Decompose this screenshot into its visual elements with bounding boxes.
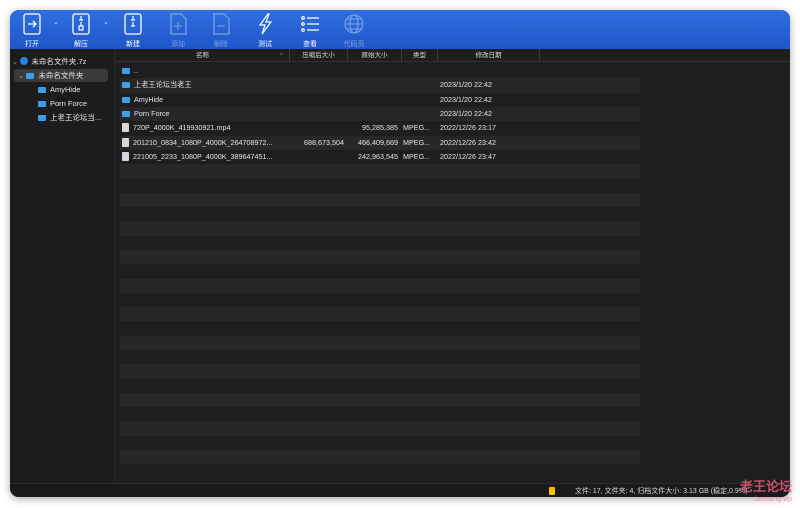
- tree-item-amyhide[interactable]: AmyHide: [38, 83, 80, 96]
- remove-file-icon: [213, 13, 230, 35]
- cell-name: 上老王论坛当老王: [122, 78, 290, 92]
- open-button[interactable]: 打开: [14, 12, 50, 49]
- empty-row: [120, 307, 640, 322]
- cell-modified: 2022/12/26 23:47: [440, 151, 496, 161]
- cell-original: 242,963,545: [358, 151, 398, 161]
- empty-row: [120, 264, 640, 278]
- add-button[interactable]: 添加: [160, 12, 196, 49]
- cell-modified: 2023/1/20 22:42: [440, 80, 492, 90]
- table-row[interactable]: Porn Force 2023/1/20 22:42: [120, 106, 640, 122]
- zip-icon: [72, 13, 90, 35]
- folder-icon: [38, 87, 46, 93]
- column-original[interactable]: 原始大小: [348, 49, 402, 62]
- archive-icon: [20, 57, 29, 65]
- extract-button[interactable]: 解压: [63, 12, 99, 49]
- open-icon: [23, 13, 41, 35]
- column-name[interactable]: 名称 ^: [116, 49, 290, 62]
- cell-type: MPEG...: [403, 151, 431, 161]
- archive-status-icon: [549, 487, 555, 495]
- cell-name: 720P_4000K_419930921.mp4: [122, 121, 290, 135]
- app-window: 打开 ⌄ 解压 ⌄ 新建 添加 删除 测试 查看 代码页 ⌄ 未命名文件夹.7z…: [10, 10, 790, 497]
- table-row[interactable]: 720P_4000K_419930921.mp4 95,285,385 MPEG…: [120, 121, 640, 135]
- empty-row: [120, 221, 640, 236]
- status-bar: 文件: 17, 文件夹: 4, 归档文件大小: 3.13 GB (稳定,0.9%…: [10, 483, 790, 497]
- empty-row: [120, 421, 640, 436]
- cell-original: 466,409,669: [358, 137, 398, 147]
- toolbar: 打开 ⌄ 解压 ⌄ 新建 添加 删除 测试 查看 代码页: [10, 10, 790, 49]
- empty-row: [120, 164, 640, 179]
- cell-name: Porn Force: [122, 107, 290, 121]
- cell-modified: 2022/12/26 23:42: [440, 137, 496, 147]
- folder-icon: [122, 68, 130, 74]
- new-button[interactable]: 新建: [115, 12, 151, 49]
- column-type[interactable]: 类型: [402, 49, 438, 62]
- empty-row: [120, 450, 640, 465]
- folder-icon: [122, 110, 130, 117]
- test-button[interactable]: 测试: [247, 12, 283, 49]
- empty-row: [120, 178, 640, 192]
- empty-row: [120, 407, 640, 421]
- column-compressed[interactable]: 压缩后大小: [290, 49, 348, 62]
- cell-modified: 2023/1/20 22:42: [440, 94, 492, 104]
- folder-icon: [38, 115, 46, 121]
- open-dropdown-icon[interactable]: ⌄: [53, 18, 59, 26]
- empty-row: [120, 379, 640, 393]
- cell-name: ..: [122, 64, 290, 78]
- empty-row: [120, 293, 640, 307]
- globe-icon: [344, 14, 364, 34]
- codepage-button[interactable]: 代码页: [336, 12, 372, 49]
- tree-item-porn-force[interactable]: Porn Force: [38, 97, 87, 110]
- new-archive-icon: [124, 13, 142, 35]
- video-file-icon: [122, 137, 129, 147]
- tree-item-archive[interactable]: ⌄ 未命名文件夹.7z: [12, 55, 86, 68]
- lightning-icon: [258, 13, 273, 35]
- cell-type: MPEG...: [403, 123, 431, 133]
- folder-icon: [122, 96, 130, 103]
- extract-dropdown-icon[interactable]: ⌄: [103, 18, 109, 26]
- folder-icon: [122, 82, 130, 89]
- empty-row: [120, 192, 640, 207]
- empty-row: [120, 249, 640, 265]
- column-modified[interactable]: 修改日期: [438, 49, 540, 62]
- sidebar-tree: ⌄ 未命名文件夹.7z ⌄ 未命名文件夹 AmyHide Porn Force …: [10, 49, 115, 497]
- empty-row: [120, 321, 640, 335]
- list-icon: [301, 16, 319, 32]
- empty-row: [120, 350, 640, 364]
- video-file-icon: [122, 123, 129, 133]
- cell-name: AmyHide: [122, 93, 290, 107]
- cell-name: 221005_2233_1080P_4000K_389647451...: [122, 150, 290, 164]
- cell-name: 201210_0834_1080P_4000K_264708972...: [122, 136, 290, 150]
- folder-icon: [38, 101, 46, 107]
- tree-item-root[interactable]: ⌄ 未命名文件夹: [14, 69, 108, 82]
- table-row[interactable]: 上老王论坛当老王 2023/1/20 22:42: [120, 78, 640, 93]
- folder-icon: [26, 73, 35, 79]
- empty-row: [120, 392, 640, 408]
- table-row[interactable]: 221005_2233_1080P_4000K_389647451... 242…: [120, 150, 640, 164]
- table-row[interactable]: AmyHide 2023/1/20 22:42: [120, 93, 640, 107]
- empty-row: [120, 236, 640, 250]
- table-row[interactable]: ..: [120, 64, 640, 78]
- table-row[interactable]: 201210_0834_1080P_4000K_264708972... 688…: [120, 135, 640, 150]
- view-button[interactable]: 查看: [292, 12, 328, 49]
- sort-ascending-icon: ^: [279, 52, 283, 59]
- empty-row: [120, 436, 640, 450]
- watermark: 老王论坛 laowang.vip: [739, 479, 792, 503]
- empty-row: [120, 207, 640, 221]
- cell-modified: 2022/12/26 23:17: [440, 123, 496, 133]
- empty-row: [120, 278, 640, 293]
- cell-type: MPEG...: [403, 137, 431, 147]
- file-list: 名称 ^ 压缩后大小 原始大小 类型 修改日期 .. 上老王论坛当老王 2023/…: [116, 49, 790, 483]
- column-header: 名称 ^ 压缩后大小 原始大小 类型 修改日期: [116, 49, 790, 62]
- cell-original: 95,285,385: [362, 123, 398, 133]
- delete-button[interactable]: 删除: [203, 12, 239, 49]
- add-file-icon: [170, 13, 187, 35]
- empty-row: [120, 335, 640, 350]
- cell-compressed: 688,673,504: [304, 137, 344, 147]
- tree-item-laowang[interactable]: 上老王论坛当...: [38, 111, 101, 124]
- empty-row: [120, 364, 640, 379]
- video-file-icon: [122, 151, 129, 161]
- cell-modified: 2023/1/20 22:42: [440, 108, 492, 118]
